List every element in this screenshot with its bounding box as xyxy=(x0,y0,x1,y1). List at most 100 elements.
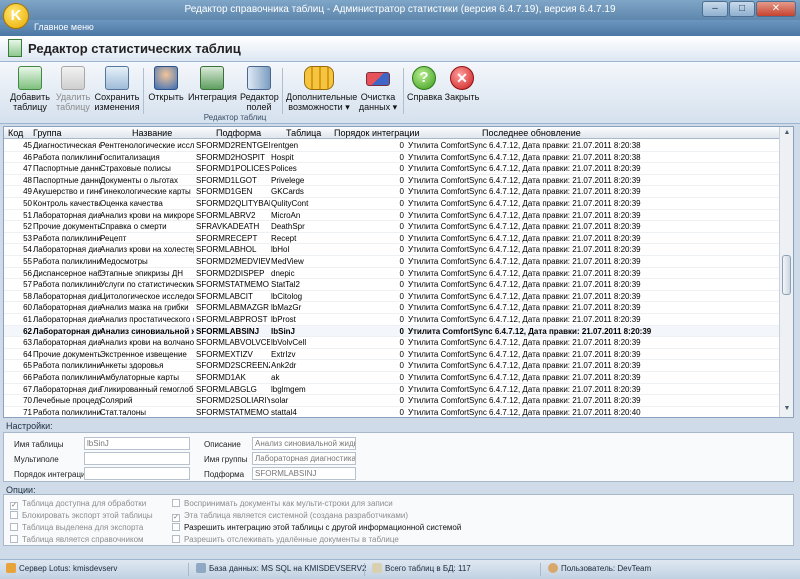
cell-subform: SFORMLABVOLVCELL xyxy=(196,338,270,348)
description-field[interactable]: Анализ синовиальной жидкост xyxy=(252,437,356,450)
app-logo[interactable]: K xyxy=(3,3,29,29)
cell-integration-order: 0 xyxy=(399,407,404,417)
column-header-name[interactable]: Название xyxy=(132,128,172,138)
cell-last-update: Утилита ComfortSync 6.4.7.12, Дата правк… xyxy=(408,315,641,324)
scroll-thumb[interactable] xyxy=(782,255,791,295)
cell-subform: SFORMD2SCREENZDR xyxy=(196,361,270,371)
table-row[interactable]: 46 Работа поликлиник Госпитализация SFORMD2… xyxy=(4,152,793,164)
cell-name: Амбулаторные карты xyxy=(100,373,180,382)
table-row[interactable]: 71 Работа поликлиник Стат.талоны SFORMSTATM… xyxy=(4,407,793,417)
delete-table-button[interactable]: Удалить таблицу xyxy=(54,66,92,112)
fields-editor-button[interactable]: Редактор полей xyxy=(240,66,279,112)
cell-table: lbProst xyxy=(271,315,296,324)
table-row[interactable]: 48 Паспортные данны Документы о льготах SFO… xyxy=(4,175,793,187)
table-row[interactable]: 63 Лабораторная диаг Анализ крови на волча… xyxy=(4,337,793,349)
cell-integration-order: 0 xyxy=(399,164,404,174)
table-row[interactable]: 54 Лабораторная диаг Анализ крови на холес… xyxy=(4,244,793,256)
table-row[interactable]: 47 Паспортные данны Страховые полисы SFORMD… xyxy=(4,163,793,175)
cell-last-update: Утилита ComfortSync 6.4.7.12, Дата правк… xyxy=(408,384,641,394)
cell-integration-order: 0 xyxy=(399,361,404,371)
maximize-button[interactable]: □ xyxy=(729,1,755,17)
cell-integration-order: 0 xyxy=(399,396,404,406)
table-row[interactable]: 60 Лабораторная диаг Анализ мазка на грибк… xyxy=(4,302,793,314)
minimize-button[interactable]: – xyxy=(702,1,728,17)
tables-grid[interactable]: Код Группа Название Подформа Таблица Пор… xyxy=(3,126,794,418)
table-row[interactable]: 65 Работа поликлиник Анкеты здоровья SFORMD… xyxy=(4,360,793,372)
option-marked-export-checkbox[interactable]: Таблица выделена для экспорта xyxy=(10,523,143,532)
user-open-icon xyxy=(154,66,178,90)
table-row[interactable]: 50 Контроль качества Оценка качества SFORMD… xyxy=(4,198,793,210)
option-allow-integration-checkbox[interactable]: Разрешить интеграцию этой таблицы с друг… xyxy=(172,523,461,532)
table-row[interactable]: 49 Акушерство и гине Гинекологические карт… xyxy=(4,186,793,198)
column-header-code[interactable]: Код xyxy=(8,128,32,138)
column-header-last-update[interactable]: Последнее обновление xyxy=(482,128,581,138)
table-row[interactable]: 61 Лабораторная диаг Анализ простатическог… xyxy=(4,314,793,326)
cell-table: lbMazGr xyxy=(271,303,302,313)
clear-data-button[interactable]: Очистка данных ▾ xyxy=(356,66,400,112)
extra-features-button[interactable]: Дополнительные возможности ▾ xyxy=(286,66,357,112)
cell-table: GKCards xyxy=(271,187,304,197)
cell-name: Анализ мазка на грибки xyxy=(100,303,189,313)
option-available-checkbox[interactable]: ✓ Таблица доступна для обработки xyxy=(10,499,146,510)
subform-field[interactable]: SFORMLABSINJ xyxy=(252,467,356,480)
table-row[interactable]: 66 Работа поликлиник Амбулаторные карты SFO… xyxy=(4,372,793,384)
option-multirow-checkbox[interactable]: Воспринимать документы как мульти-строки… xyxy=(172,499,393,508)
cell-subform: SFORMLABGLG xyxy=(196,384,257,394)
scroll-up-icon[interactable]: ▲ xyxy=(782,129,792,139)
cell-table: Privelege xyxy=(271,175,305,185)
cell-table: lbglmgem xyxy=(271,384,306,394)
table-name-field[interactable]: lbSinJ xyxy=(84,437,190,450)
save-changes-button[interactable]: Сохранить изменения xyxy=(94,66,140,112)
close-button[interactable]: ✕ Закрыть xyxy=(444,66,480,102)
cell-table: Recept xyxy=(271,233,297,243)
table-row[interactable]: 56 Диспансерное набл Этапные эпикризы ДН SF… xyxy=(4,268,793,280)
cell-integration-order: 0 xyxy=(399,222,404,232)
table-row[interactable]: 57 Работа поликлиник Услуги по статистичес… xyxy=(4,279,793,291)
table-row[interactable]: 51 Лабораторная диаг Анализ крови на микро… xyxy=(4,210,793,222)
cell-integration-order: 0 xyxy=(399,291,404,301)
scroll-down-icon[interactable]: ▼ xyxy=(782,405,792,415)
option-system-checkbox[interactable]: ✓ Эта таблица является системной (создана… xyxy=(172,511,408,522)
integration-button[interactable]: Интеграция xyxy=(188,66,237,102)
cell-subform: SFORMLABMAZGR xyxy=(196,303,269,313)
main-menu-item[interactable]: Главное меню xyxy=(34,22,94,32)
table-row[interactable]: 45 Диагностическая с. Рентгенологические и… xyxy=(4,140,793,152)
column-header-table[interactable]: Таблица xyxy=(286,128,321,138)
page-title: Редактор статистических таблиц xyxy=(28,41,241,56)
table-row[interactable]: 52 Прочие документы Справка о смерти SFRAVK… xyxy=(4,221,793,233)
open-button[interactable]: Открыть xyxy=(148,66,184,102)
multifield-field[interactable] xyxy=(84,452,190,465)
table-row[interactable]: 67 Лабораторная диаг Гликированный гемогло… xyxy=(4,384,793,396)
checkbox-icon xyxy=(10,511,18,519)
option-reference-checkbox[interactable]: Таблица является справочником xyxy=(10,535,144,544)
integration-order-field[interactable] xyxy=(84,467,190,480)
help-button[interactable]: ? Справка xyxy=(407,66,442,102)
subform-label: Подформа xyxy=(204,470,245,479)
group-name-field[interactable]: Лабораторная диагностика xyxy=(252,452,356,465)
cell-table: Ank2dr xyxy=(271,361,297,371)
cell-integration-order: 0 xyxy=(399,280,404,290)
cell-integration-order: 0 xyxy=(399,152,404,162)
column-header-subform[interactable]: Подформа xyxy=(216,128,261,138)
cell-name: Цитологическое исследован xyxy=(100,291,194,301)
save-icon xyxy=(105,66,129,90)
status-separator xyxy=(364,563,365,576)
close-window-button[interactable]: ✕ xyxy=(756,1,796,17)
multifield-label: Мультиполе xyxy=(14,455,59,464)
table-row[interactable]: 58 Лабораторная диаг Цитологическое исслед… xyxy=(4,291,793,303)
cell-code: 51 xyxy=(23,210,32,220)
option-track-deleted-checkbox[interactable]: Разрешить отслеживать удалённые документ… xyxy=(172,535,399,544)
table-row[interactable]: 55 Работа поликлиник Медосмотры SFORMD2MEDV… xyxy=(4,256,793,268)
table-row[interactable]: 53 Работа поликлиник Рецепт SFORMRECEPT Rece… xyxy=(4,233,793,245)
option-block-export-checkbox[interactable]: Блокировать экспорт этой таблицы xyxy=(10,511,153,520)
column-header-integration-order[interactable]: Порядок интеграции xyxy=(334,128,419,138)
table-row[interactable]: 64 Прочие документы Экстренное извещение SF… xyxy=(4,349,793,361)
add-table-button[interactable]: Добавить таблицу xyxy=(8,66,52,112)
column-header-group[interactable]: Группа xyxy=(33,128,101,138)
grid-scrollbar[interactable]: ▲ ▼ xyxy=(779,127,793,417)
table-row[interactable]: 62Лабораторная диагАнализ синовиальной ж… xyxy=(4,325,793,338)
cell-subform: SFORMSTATMEMO xyxy=(196,407,270,417)
table-row[interactable]: 70 Лечебные процеду Солярий SFORMD2SOLIARIY… xyxy=(4,395,793,407)
cell-code: 60 xyxy=(23,303,32,313)
cell-integration-order: 0 xyxy=(399,326,404,336)
